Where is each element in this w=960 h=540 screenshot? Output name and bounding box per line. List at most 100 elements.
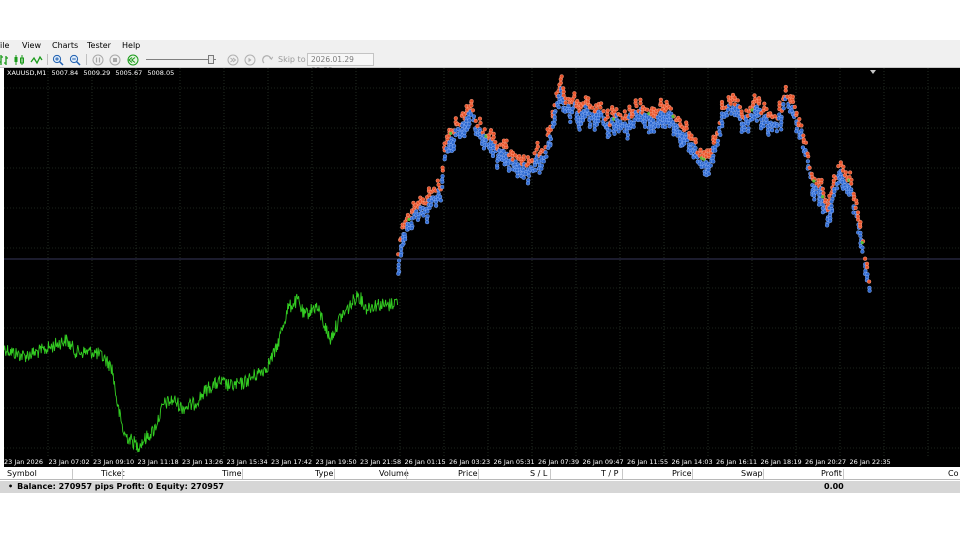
menu-tester[interactable]: Tester [87, 40, 111, 51]
menu-file[interactable]: File [0, 40, 9, 51]
bid-tick-marker [481, 146, 486, 151]
bid-tick-marker [706, 167, 711, 172]
bid-tick-marker [781, 106, 786, 111]
ask-tick-marker [843, 170, 848, 175]
bid-tick-marker [451, 147, 456, 152]
bid-tick-marker [467, 118, 472, 123]
menu-view[interactable]: View [22, 40, 41, 51]
ask-tick-marker [853, 205, 858, 210]
pause-icon[interactable] [91, 53, 104, 66]
zoom-out-icon[interactable] [68, 53, 81, 66]
history-price-line [4, 291, 399, 453]
ask-tick-marker [719, 99, 725, 105]
ask-tick-marker [658, 97, 663, 102]
ask-tick-marker [854, 198, 859, 203]
col-current-price[interactable]: Price [672, 468, 692, 480]
ask-tick-marker [803, 140, 808, 145]
col-type[interactable]: Type [315, 468, 333, 480]
speed-slider-track[interactable] [146, 59, 216, 60]
column-separator[interactable] [242, 469, 243, 479]
bid-tick-marker [631, 121, 636, 126]
bid-tick-marker [781, 102, 786, 107]
bid-tick-marker [442, 157, 447, 162]
col-stop-loss[interactable]: S / L [530, 468, 547, 480]
menu-help[interactable]: Help [122, 40, 140, 51]
skip-to-label[interactable]: Skip to [278, 54, 306, 65]
time-axis-label: 26 Jan 22:35 [849, 458, 891, 466]
bid-tick-marker [438, 194, 443, 199]
price-chart[interactable] [4, 68, 960, 457]
ask-tick-marker [473, 118, 478, 123]
stop-icon[interactable] [108, 53, 121, 66]
bid-tick-marker [592, 127, 597, 132]
time-axis-label: 26 Jan 18:19 [760, 458, 802, 466]
ask-tick-marker [768, 111, 773, 116]
bid-tick-marker [398, 253, 404, 258]
bid-tick-marker [552, 121, 557, 126]
bid-tick-marker [834, 186, 840, 191]
col-price[interactable]: Price [458, 468, 478, 480]
ask-tick-marker [858, 220, 863, 225]
ask-tick-marker [561, 86, 566, 91]
ask-tick-marker [535, 144, 540, 149]
balance-row[interactable]: • Balance: 270957 pips Profit: 0 Equity: … [0, 481, 960, 493]
col-comment[interactable]: Co [948, 468, 958, 480]
bid-tick-marker [607, 128, 612, 133]
ask-tick-marker [598, 101, 604, 106]
bid-tick-marker [515, 174, 520, 179]
ask-tick-marker [521, 154, 526, 159]
column-separator[interactable] [622, 469, 623, 479]
ask-tick-marker [638, 97, 643, 102]
ask-tick-marker [435, 178, 440, 183]
bid-tick-marker [720, 123, 725, 129]
line-chart-icon[interactable] [30, 53, 43, 66]
bid-tick-marker [706, 171, 711, 176]
chart-window[interactable]: XAUUSD,M1 5007.84 5009.29 5005.67 5008.0… [4, 68, 960, 457]
step-icon[interactable] [243, 53, 256, 66]
speed-slider-thumb[interactable] [208, 55, 214, 64]
ask-tick-marker [864, 261, 870, 266]
bid-tick-marker [729, 111, 734, 116]
bid-tick-marker [715, 138, 721, 143]
column-separator[interactable] [550, 469, 551, 479]
ask-tick-marker [783, 88, 788, 93]
bid-tick-marker [526, 173, 532, 178]
column-separator[interactable] [334, 469, 335, 479]
trade-table-header: Symbol Ticket Time Type Volume Price S /… [0, 468, 960, 480]
col-profit[interactable]: Profit [821, 468, 842, 480]
menu-charts[interactable]: Charts [52, 40, 78, 51]
ask-tick-marker [790, 94, 795, 99]
skip-forward-icon[interactable] [226, 53, 239, 66]
column-separator[interactable] [122, 469, 123, 479]
deal-marker [860, 241, 864, 245]
col-symbol[interactable]: Symbol [7, 468, 37, 480]
column-separator[interactable] [843, 469, 844, 479]
toolbar: Skip to 2026.01.29 00:00 [0, 51, 960, 75]
bid-tick-marker [779, 127, 784, 132]
column-separator[interactable] [478, 469, 479, 479]
skip-to-icon[interactable] [262, 53, 275, 66]
col-take-profit[interactable]: T / P [601, 468, 619, 480]
column-separator[interactable] [406, 469, 407, 479]
bid-tick-marker [812, 197, 817, 202]
play-icon[interactable] [126, 53, 139, 66]
bid-tick-marker [533, 168, 538, 173]
bid-tick-marker [543, 150, 548, 155]
column-separator[interactable] [763, 469, 764, 479]
ask-tick-marker [470, 108, 475, 113]
bid-tick-marker [616, 129, 621, 134]
ask-tick-marker [820, 186, 825, 191]
zoom-in-icon[interactable] [51, 53, 64, 66]
col-time[interactable]: Time [222, 468, 242, 480]
column-separator[interactable] [72, 469, 73, 479]
col-swap[interactable]: Swap [741, 468, 763, 480]
ask-tick-marker [851, 191, 856, 196]
bid-tick-marker [569, 110, 575, 115]
column-separator[interactable] [692, 469, 693, 479]
col-volume[interactable]: Volume [379, 468, 409, 480]
skip-to-date-input[interactable]: 2026.01.29 00:00 [307, 53, 374, 75]
bid-tick-marker [682, 141, 687, 146]
bar-chart-icon[interactable] [0, 53, 10, 66]
bid-tick-marker [421, 213, 426, 218]
candlestick-icon[interactable] [12, 53, 25, 66]
